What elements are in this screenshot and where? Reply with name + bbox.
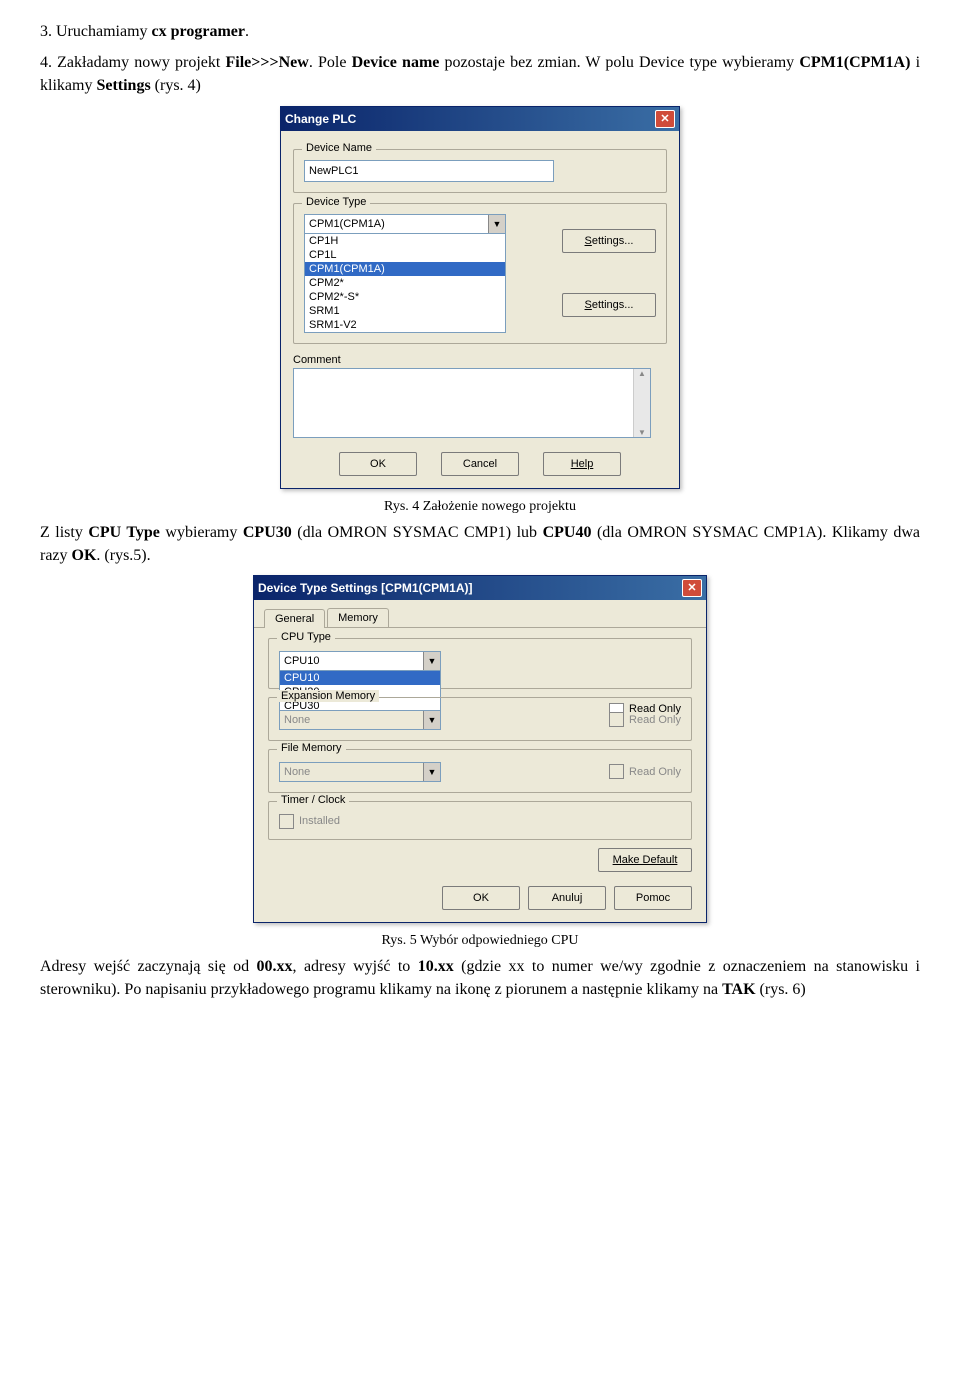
checkbox-label: Read Only (629, 766, 681, 778)
paragraph-mid: Z listy CPU Type wybieramy CPU30 (dla OM… (40, 521, 920, 567)
installed-checkbox (279, 814, 294, 829)
help-button[interactable]: Help (543, 452, 621, 476)
change-plc-dialog: Change PLC ✕ Device Name Device Type CPM… (280, 106, 680, 489)
bold-text: CPM1(CPM1A) (799, 54, 910, 71)
bold-text: 00.xx (257, 958, 293, 975)
group-label: Device Type (302, 196, 370, 208)
text: 4. Zakładamy nowy projekt (40, 54, 225, 71)
checkbox-label: Read Only (629, 714, 681, 726)
text: Adresy wejść zaczynają się od (40, 958, 257, 975)
window-title: Device Type Settings [CPM1(CPM1A)] (258, 581, 472, 595)
dropdown-value: None (280, 763, 423, 781)
checkbox-label: Installed (299, 815, 340, 827)
file-memory-group: File Memory None ▼ Read Only (268, 749, 692, 793)
list-item[interactable]: SRM1 (305, 304, 505, 318)
cancel-button[interactable]: Cancel (441, 452, 519, 476)
device-type-settings-dialog: Device Type Settings [CPM1(CPM1A)] ✕ Gen… (253, 575, 707, 923)
list-item[interactable]: CPM2* (305, 276, 505, 290)
figure-5-caption: Rys. 5 Wybór odpowiedniego CPU (40, 933, 920, 949)
button-label: Settings... (585, 235, 634, 247)
text: . (245, 23, 249, 40)
document-body: 3. Uruchamiamy cx programer. 4. Zakładam… (40, 20, 920, 98)
network-settings-button[interactable]: Settings... (562, 293, 656, 317)
list-item[interactable]: SRM1-V2 (305, 318, 505, 332)
chevron-down-icon: ▼ (423, 763, 440, 781)
list-item[interactable]: CPM2*-S* (305, 290, 505, 304)
timer-clock-group: Timer / Clock Installed (268, 801, 692, 840)
bold-text: CPU Type (88, 524, 160, 541)
bold-text: cx programer (152, 23, 245, 40)
group-label: Expansion Memory (277, 690, 379, 702)
cpu-type-group: CPU Type CPU10 ▼ CPU10 CPU20 CPU30 CPU40 (268, 638, 692, 689)
paragraph-step3: 3. Uruchamiamy cx programer. (40, 20, 920, 43)
help-button[interactable]: Pomoc (614, 886, 692, 910)
list-item[interactable]: CP1L (305, 248, 505, 262)
scroll-up-icon: ▲ (638, 369, 646, 378)
ok-button[interactable]: OK (339, 452, 417, 476)
titlebar: Change PLC ✕ (281, 107, 679, 131)
text: (dla OMRON SYSMAC CMP1) lub (292, 524, 543, 541)
read-only-checkbox-file (609, 764, 624, 779)
tab-memory[interactable]: Memory (327, 608, 389, 627)
bold-text: 10.xx (418, 958, 454, 975)
text: . (rys.5). (96, 547, 150, 564)
cancel-button[interactable]: Anuluj (528, 886, 606, 910)
group-label: File Memory (277, 742, 346, 754)
button-label: Help (571, 458, 594, 470)
bold-text: OK (72, 547, 97, 564)
group-label: Device Name (302, 142, 376, 154)
bold-text: File>>>New (225, 54, 308, 71)
group-label: Timer / Clock (277, 794, 349, 806)
device-type-dropdown[interactable]: CPM1(CPM1A) ▼ (304, 214, 506, 234)
device-type-settings-button[interactable]: Settings... (562, 229, 656, 253)
device-type-listbox[interactable]: CP1H CP1L CPM1(CPM1A) CPM2* CPM2*-S* SRM… (304, 234, 506, 333)
tab-strip: General Memory (254, 600, 706, 628)
bold-text: TAK (722, 981, 755, 998)
device-name-group: Device Name (293, 149, 667, 193)
group-label: CPU Type (277, 631, 335, 643)
text: pozostaje bez zmian. W polu Device type … (439, 54, 799, 71)
list-item[interactable]: CP1H (305, 234, 505, 248)
paragraph-step4: 4. Zakładamy nowy projekt File>>>New. Po… (40, 51, 920, 97)
file-memory-dropdown: None ▼ (279, 762, 441, 782)
text: Z listy (40, 524, 88, 541)
text: . Pole (309, 54, 352, 71)
titlebar: Device Type Settings [CPM1(CPM1A)] ✕ (254, 576, 706, 600)
device-name-input[interactable] (304, 160, 554, 182)
close-icon[interactable]: ✕ (655, 110, 675, 128)
ok-button[interactable]: OK (442, 886, 520, 910)
figure-4-caption: Rys. 4 Założenie nowego projektu (40, 499, 920, 515)
scroll-down-icon: ▼ (638, 428, 646, 437)
scrollbar[interactable]: ▲ ▼ (633, 369, 650, 437)
text: , adresy wyjść to (293, 958, 418, 975)
bold-text: CPU40 (543, 524, 592, 541)
expansion-memory-dropdown: None ▼ (279, 710, 441, 730)
close-icon[interactable]: ✕ (682, 579, 702, 597)
dropdown-value: None (280, 711, 423, 729)
read-only-checkbox-expansion (609, 712, 624, 727)
list-item[interactable]: CPM1(CPM1A) (305, 262, 505, 276)
paragraph-addresses: Adresy wejść zaczynają się od 00.xx, adr… (40, 955, 920, 1001)
expansion-memory-group: Expansion Memory None ▼ Read Only (268, 697, 692, 741)
comment-textarea[interactable]: ▲ ▼ (293, 368, 651, 438)
device-type-group: Device Type CPM1(CPM1A) ▼ CP1H CP1L CPM1… (293, 203, 667, 344)
bold-text: CPU30 (243, 524, 292, 541)
chevron-down-icon: ▼ (488, 215, 505, 233)
chevron-down-icon: ▼ (423, 711, 440, 729)
text: (rys. 4) (151, 77, 201, 94)
text: wybieramy (160, 524, 243, 541)
text: (rys. 6) (756, 981, 806, 998)
dropdown-value: CPM1(CPM1A) (305, 215, 488, 233)
bold-text: Settings (96, 77, 150, 94)
make-default-button[interactable]: Make Default (598, 848, 692, 872)
tab-general[interactable]: General (264, 609, 325, 628)
button-label: Settings... (585, 299, 634, 311)
text: 3. Uruchamiamy (40, 23, 152, 40)
comment-label: Comment (293, 354, 667, 366)
bold-text: Device name (352, 54, 440, 71)
window-title: Change PLC (285, 112, 356, 126)
